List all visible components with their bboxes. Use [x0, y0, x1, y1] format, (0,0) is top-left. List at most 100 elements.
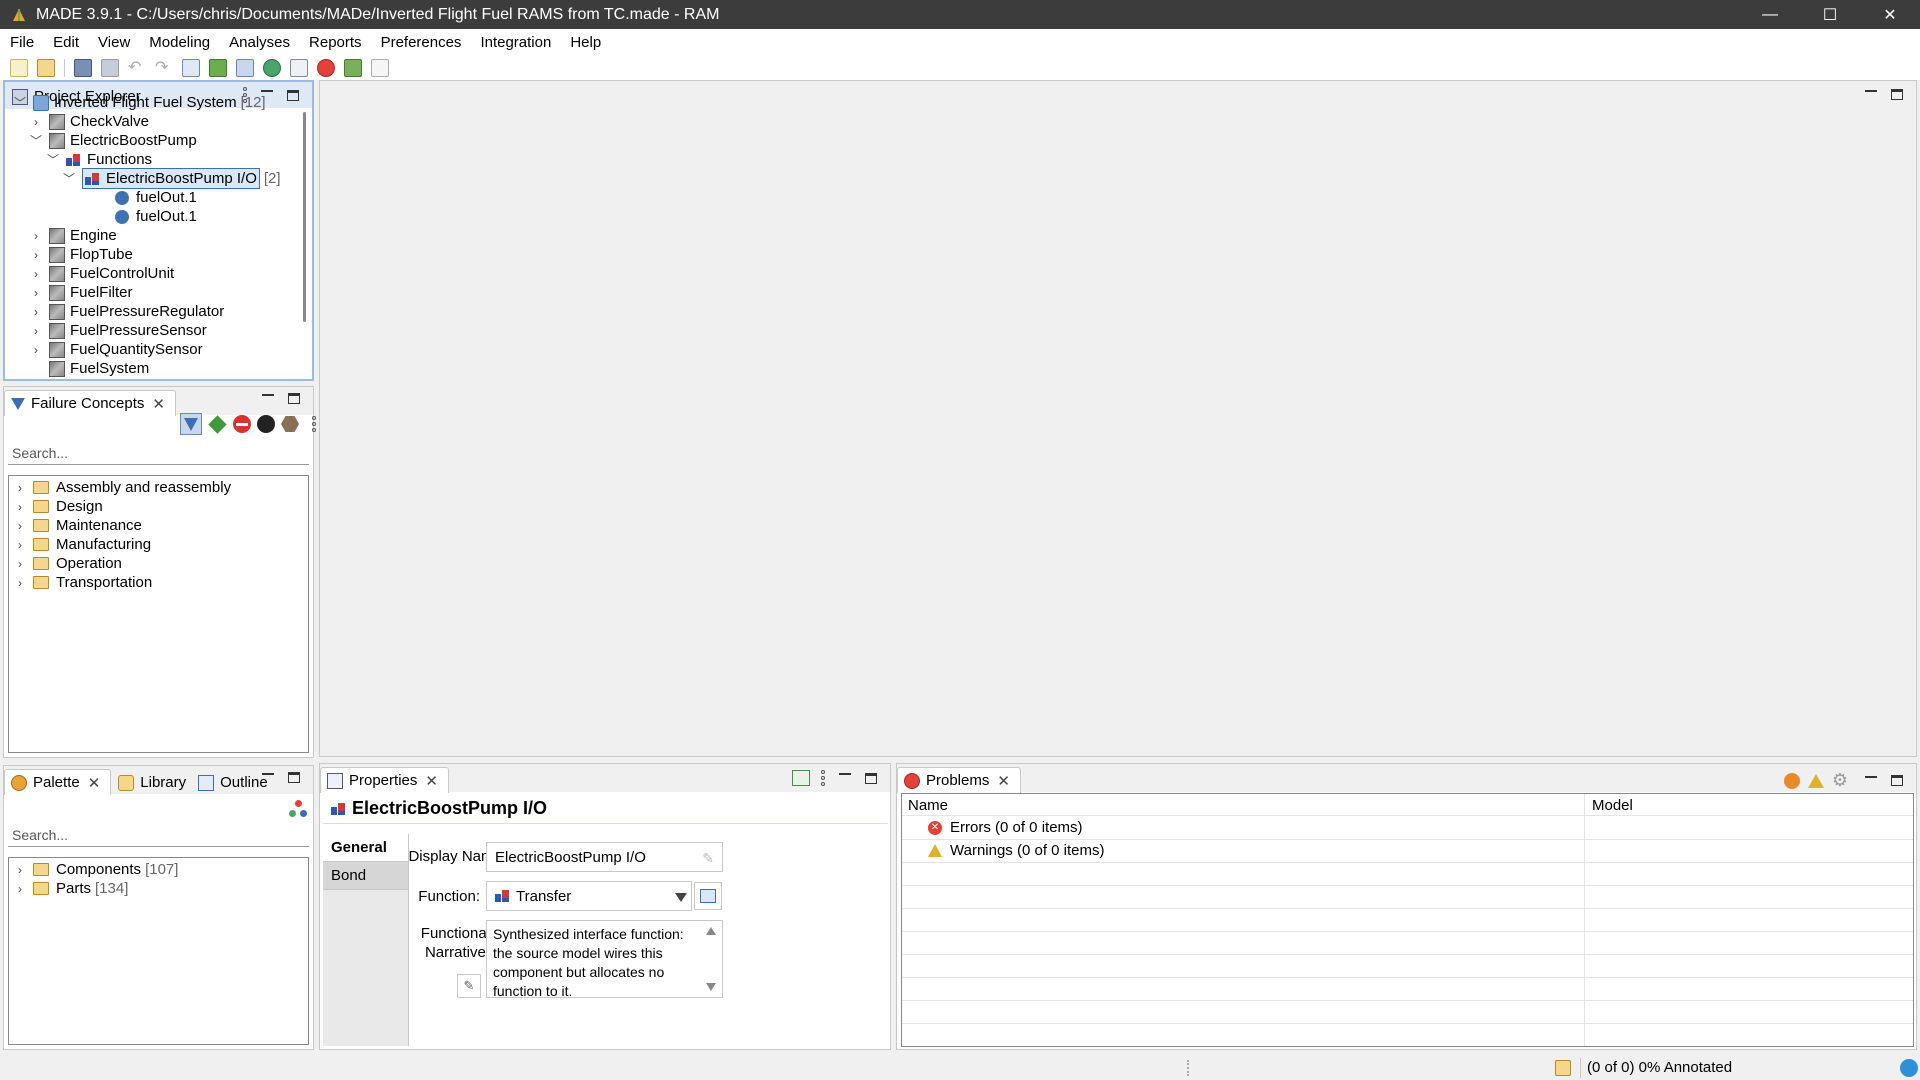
chevron-right-icon[interactable]: ›	[29, 267, 43, 281]
hierarchy-icon[interactable]	[182, 58, 200, 77]
vertical-scrollbar[interactable]	[303, 112, 306, 322]
dropdown-arrow-icon[interactable]	[675, 893, 687, 902]
chevron-right-icon[interactable]: ›	[13, 557, 27, 571]
problems-row-errors[interactable]: ✕ Errors (0 of 0 items)	[928, 816, 1083, 839]
settings-gear-icon[interactable]: ⚙	[1832, 770, 1848, 791]
narrative-textarea[interactable]: Synthesized interface function: the sour…	[486, 920, 723, 998]
folder-item[interactable]: › Transportation	[13, 571, 152, 594]
close-icon[interactable]: ✕	[997, 772, 1010, 790]
undo-icon[interactable]: ↶	[128, 59, 146, 77]
display-name-field[interactable]: ElectricBoostPump I/O ✎	[486, 842, 723, 872]
menu-file[interactable]: File	[10, 34, 34, 51]
menu-modeling[interactable]: Modeling	[149, 34, 210, 51]
brown-hexagon-icon[interactable]	[281, 416, 299, 432]
menu-preferences[interactable]: Preferences	[381, 34, 462, 51]
save-icon[interactable]	[74, 58, 92, 77]
document-icon[interactable]	[371, 58, 389, 77]
tree-item[interactable]: FuelSystem	[49, 357, 149, 380]
tab-properties[interactable]: Properties ✕	[320, 767, 449, 793]
redo-icon[interactable]: ↷	[155, 59, 173, 77]
pin-view-icon[interactable]	[792, 770, 810, 786]
chevron-right-icon[interactable]: ›	[29, 324, 43, 338]
tab-palette[interactable]: Palette ✕	[4, 769, 112, 795]
side-tab-bond[interactable]: Bond	[323, 862, 408, 890]
menu-integration[interactable]: Integration	[480, 34, 551, 51]
chevron-right-icon[interactable]: ›	[13, 481, 27, 495]
edit-pencil-icon[interactable]: ✎	[702, 850, 714, 867]
failure-concepts-search-input[interactable]: Search...	[8, 441, 309, 465]
menu-reports[interactable]: Reports	[309, 34, 362, 51]
chevron-right-icon[interactable]: ›	[29, 229, 43, 243]
maximize-window-button[interactable]: ☐	[1800, 0, 1860, 29]
chevron-down-icon[interactable]: ﹀	[13, 96, 27, 110]
save-all-icon[interactable]	[101, 58, 119, 77]
chevron-right-icon[interactable]: ›	[13, 882, 27, 896]
minimize-icon[interactable]	[839, 773, 851, 775]
view-menu-icon[interactable]	[312, 416, 316, 432]
minimize-icon[interactable]	[1865, 775, 1877, 778]
black-circle-icon[interactable]	[257, 415, 275, 433]
refresh-model-icon[interactable]	[263, 58, 281, 77]
chevron-right-icon[interactable]: ›	[13, 519, 27, 533]
close-window-button[interactable]: ✕	[1860, 0, 1920, 29]
maximize-icon[interactable]	[288, 772, 300, 783]
column-header-name[interactable]: Name	[908, 797, 948, 814]
share-icon[interactable]	[289, 800, 307, 818]
minimize-icon[interactable]	[262, 772, 274, 775]
close-icon[interactable]: ✕	[152, 395, 165, 413]
maximize-icon[interactable]	[865, 772, 877, 784]
maximize-icon[interactable]	[1891, 775, 1903, 786]
filter-warnings-icon[interactable]	[1807, 773, 1824, 788]
tab-problems[interactable]: Problems ✕	[897, 767, 1021, 793]
green-diamond-icon[interactable]	[208, 414, 227, 434]
report-icon[interactable]	[290, 58, 308, 77]
tab-library[interactable]: Library	[111, 769, 197, 795]
folder-item[interactable]: › Parts [134]	[13, 877, 128, 900]
chevron-right-icon[interactable]: ›	[13, 538, 27, 552]
column-header-model[interactable]: Model	[1592, 797, 1633, 814]
side-tab-general[interactable]: General	[323, 834, 408, 862]
chevron-right-icon[interactable]: ›	[29, 343, 43, 357]
chevron-right-icon[interactable]: ›	[29, 286, 43, 300]
tab-failure-concepts[interactable]: Failure Concepts ✕	[4, 390, 176, 416]
open-folder-icon[interactable]	[37, 58, 55, 77]
problems-row-warnings[interactable]: Warnings (0 of 0 items)	[928, 839, 1105, 862]
maximize-icon[interactable]	[287, 89, 299, 101]
chevron-right-icon[interactable]: ›	[29, 248, 43, 262]
tree-item[interactable]: fuelOut.1	[115, 205, 197, 228]
diagram-icon[interactable]	[236, 58, 254, 77]
scroll-down-icon[interactable]	[706, 983, 716, 991]
analysis-icon[interactable]	[317, 58, 335, 77]
chart-icon[interactable]	[209, 58, 227, 77]
scroll-up-icon[interactable]	[706, 927, 716, 935]
function-select[interactable]: Transfer	[486, 881, 692, 911]
menu-help[interactable]: Help	[570, 34, 601, 51]
menu-edit[interactable]: Edit	[53, 34, 79, 51]
close-icon[interactable]: ✕	[425, 772, 438, 790]
edit-narrative-button[interactable]: ✎	[457, 974, 481, 998]
notification-icon[interactable]	[1900, 1059, 1918, 1077]
filter-errors-icon[interactable]	[1783, 772, 1800, 789]
chevron-down-icon[interactable]: ﹀	[62, 172, 76, 186]
browse-function-button[interactable]	[694, 882, 722, 910]
no-entry-icon[interactable]	[233, 415, 251, 433]
export-icon[interactable]	[344, 58, 362, 77]
minimize-icon[interactable]	[262, 393, 274, 396]
chevron-right-icon[interactable]: ›	[13, 576, 27, 590]
new-file-icon[interactable]	[10, 58, 28, 77]
palette-search-input[interactable]: Search...	[8, 823, 309, 847]
chevron-down-icon[interactable]: ﹀	[29, 134, 43, 148]
maximize-icon[interactable]	[1891, 89, 1903, 100]
chevron-right-icon[interactable]: ›	[29, 115, 43, 129]
minimize-window-button[interactable]: —	[1740, 0, 1800, 29]
chevron-right-icon[interactable]: ›	[13, 863, 27, 877]
chevron-right-icon[interactable]: ›	[29, 305, 43, 319]
chevron-down-icon[interactable]: ﹀	[46, 153, 60, 167]
minimize-icon[interactable]	[1865, 89, 1877, 92]
menu-view[interactable]: View	[98, 34, 130, 51]
menu-analyses[interactable]: Analyses	[229, 34, 290, 51]
view-menu-icon[interactable]	[821, 770, 825, 786]
maximize-icon[interactable]	[288, 393, 300, 404]
close-icon[interactable]: ✕	[88, 774, 101, 792]
chevron-right-icon[interactable]: ›	[13, 500, 27, 514]
